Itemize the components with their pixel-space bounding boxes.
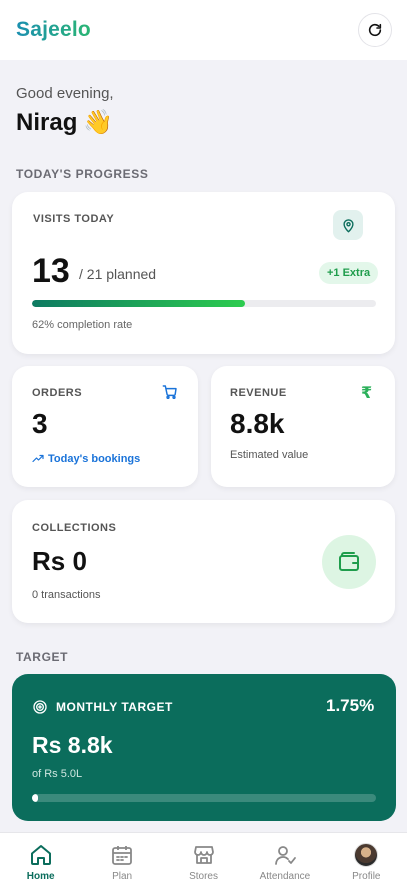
user-check-icon: [275, 846, 296, 865]
top-bar: Sajeelo: [0, 0, 407, 60]
target-subtext: of Rs 5.0L: [32, 768, 83, 780]
monthly-target-card[interactable]: MONTHLY TARGET 1.75% Rs 8.8k of Rs 5.0L: [12, 674, 396, 821]
location-pin-icon: [342, 218, 354, 232]
orders-card[interactable]: ORDERS 3 Today's bookings: [12, 366, 198, 487]
avatar: [354, 843, 379, 867]
target-value: Rs 8.8k: [32, 732, 113, 758]
user-name: Nirag: [16, 108, 78, 136]
nav-stores[interactable]: Stores: [163, 833, 244, 892]
collections-card[interactable]: COLLECTIONS Rs 0 0 transactions: [12, 500, 395, 623]
collections-subtext: 0 transactions: [32, 589, 101, 601]
nav-plan[interactable]: Plan: [81, 833, 162, 892]
nav-attendance[interactable]: Attendance: [244, 833, 325, 892]
refresh-button[interactable]: [358, 13, 392, 47]
visits-label: VISITS TODAY: [33, 213, 115, 225]
rupee-icon: ₹: [361, 385, 373, 402]
app-logo: Sajeelo: [16, 18, 91, 41]
cart-icon: [162, 385, 177, 400]
revenue-card[interactable]: REVENUE ₹ 8.8k Estimated value: [211, 366, 395, 487]
target-progress-track: [32, 794, 376, 802]
collections-value: Rs 0: [32, 546, 87, 576]
wave-emoji: 👋: [83, 109, 114, 136]
nav-attendance-label: Attendance: [259, 871, 311, 882]
collections-label: COLLECTIONS: [32, 522, 117, 534]
orders-count: 3: [32, 408, 48, 439]
completion-rate: 62% completion rate: [32, 319, 133, 331]
visits-count: 13: [32, 252, 70, 290]
revenue-subtext: Estimated value: [230, 449, 309, 461]
nav-profile-label: Profile: [352, 871, 381, 882]
calendar-icon: [112, 846, 133, 865]
target-progress-fill: [32, 794, 39, 802]
visits-progress-track: [32, 300, 376, 307]
target-percent: 1.75%: [326, 696, 375, 715]
nav-profile[interactable]: Profile: [326, 833, 407, 892]
refresh-icon: [368, 23, 382, 37]
nav-home[interactable]: Home: [0, 833, 81, 892]
target-icon: [33, 700, 47, 714]
section-title-target: TARGET: [16, 650, 69, 664]
bottom-navigation: Home Plan Stores Attendance Profile: [0, 832, 407, 892]
revenue-label: REVENUE: [230, 387, 287, 399]
nav-plan-label: Plan: [112, 871, 133, 882]
visits-progress-fill: [32, 300, 246, 307]
section-title-progress: TODAY'S PROGRESS: [16, 167, 149, 181]
location-chip[interactable]: [333, 210, 363, 240]
visits-planned: / 21 planned: [79, 266, 157, 282]
orders-subtext-label: Today's bookings: [48, 453, 141, 465]
home-icon: [30, 845, 51, 865]
target-label: MONTHLY TARGET: [56, 700, 173, 714]
orders-subtext: Today's bookings: [32, 453, 140, 465]
target-heading: MONTHLY TARGET: [32, 699, 173, 715]
nav-home-label: Home: [26, 871, 55, 882]
nav-stores-label: Stores: [189, 871, 218, 882]
store-icon: [193, 846, 214, 864]
greeting-text: Good evening,: [16, 85, 114, 102]
orders-label: ORDERS: [32, 387, 83, 399]
revenue-value: 8.8k: [230, 408, 285, 439]
extra-visits-badge: +1 Extra: [319, 262, 379, 284]
user-name-heading: Nirag 👋: [16, 108, 113, 137]
wallet-chip: [322, 535, 376, 589]
wallet-icon: [339, 552, 359, 571]
trend-up-icon: [32, 454, 44, 463]
